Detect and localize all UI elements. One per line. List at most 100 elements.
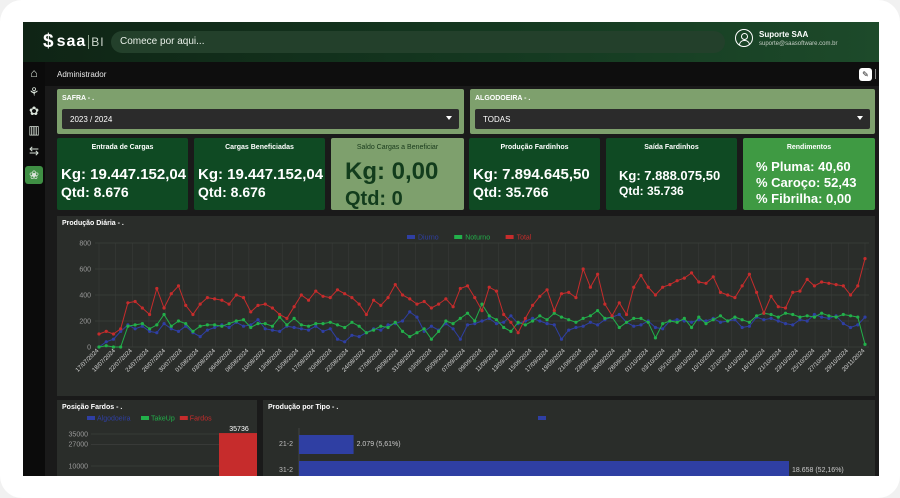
data-point <box>97 332 101 336</box>
data-point <box>502 325 506 330</box>
data-point <box>639 316 643 320</box>
card-title: Rendimentos <box>786 144 832 151</box>
fardos-position-chart: Algodoeira TakeUp Fardos 10000 27000 35000 357… <box>69 416 257 476</box>
data-point <box>776 305 780 309</box>
data-point <box>588 314 592 318</box>
data-point <box>350 296 354 300</box>
data-point <box>668 319 672 323</box>
data-point <box>147 312 152 317</box>
filter-safra: SAFRA - . 2023 / 2024 <box>57 89 464 134</box>
data-point <box>429 306 434 310</box>
data-point <box>176 319 181 323</box>
data-point <box>162 306 166 310</box>
data-point <box>530 303 535 307</box>
panel-producao-tipo: Produção por Tipo - . 21-2 2.079 (5,61%) 3… <box>263 400 875 476</box>
card-qtd: Qtd: 35.766 <box>473 184 549 200</box>
data-point <box>256 303 260 307</box>
data-point <box>119 345 123 349</box>
data-point <box>465 284 470 288</box>
legend-label: Fardos <box>190 416 212 423</box>
data-point <box>227 325 231 330</box>
data-point <box>263 302 267 306</box>
plant-icon[interactable]: ⚘ <box>27 85 41 99</box>
data-point <box>343 340 347 344</box>
card-saida-fardinhos: Saída Fardinhos Kg: 7.888.075,50 Qtd: 35… <box>606 138 737 210</box>
data-point <box>343 292 347 296</box>
legend-label: TakeUp <box>151 416 175 423</box>
data-point <box>321 329 325 333</box>
data-point <box>617 301 621 305</box>
card-producao-fardinhos: Produção Fardinhos Kg: 7.894.645,50 Qtd:… <box>469 138 600 210</box>
data-point <box>516 331 520 335</box>
hand-plant-icon[interactable]: ✿ <box>27 104 41 118</box>
data-point <box>632 324 636 328</box>
search-input[interactable]: Comece por aqui... <box>111 31 725 53</box>
data-point <box>111 332 116 336</box>
data-point <box>350 320 354 324</box>
page-title: Administrador <box>57 70 107 79</box>
book-icon[interactable]: ▥ <box>27 123 41 137</box>
data-point <box>198 335 202 339</box>
data-point <box>661 327 665 331</box>
data-point <box>314 289 318 293</box>
legend-label: Diurno <box>418 235 439 242</box>
filter-algodoeira-label: ALGODOEIRA - . <box>475 95 531 102</box>
card-title: Saldo Cargas a Beneficiar <box>356 144 439 151</box>
data-point <box>494 318 499 322</box>
data-point <box>241 324 246 328</box>
data-point <box>408 310 412 314</box>
data-point <box>646 320 650 324</box>
card-cargas-beneficiadas: Cargas Beneficiadas Kg: 19.447.152,04 Qt… <box>194 138 325 210</box>
data-point <box>465 311 470 315</box>
data-point <box>104 344 108 348</box>
legend-swatch <box>179 416 188 420</box>
exchange-icon[interactable]: ⇆ <box>27 144 41 158</box>
home-icon[interactable]: ⌂ <box>27 66 41 80</box>
data-point <box>465 323 470 327</box>
algodoeira-select[interactable]: TODAS <box>475 109 870 129</box>
data-point <box>697 315 701 319</box>
data-point <box>220 298 224 302</box>
data-point <box>603 302 607 306</box>
data-point <box>155 286 159 291</box>
data-point <box>126 324 130 328</box>
safra-select[interactable]: 2023 / 2024 <box>62 109 459 129</box>
data-point <box>697 280 701 284</box>
data-point <box>155 331 159 335</box>
data-point <box>682 276 686 280</box>
data-point <box>328 320 332 324</box>
rendimento-pluma: % Pluma: 40,60 <box>756 159 851 174</box>
cotton-icon[interactable]: ❀ <box>25 166 43 184</box>
data-point <box>791 323 795 327</box>
data-point <box>162 312 166 317</box>
edit-icon[interactable]: ✎ <box>859 68 872 81</box>
data-point <box>379 303 383 307</box>
data-point <box>270 306 275 310</box>
legend-swatch <box>141 416 149 420</box>
y-tick-label: 0 <box>87 345 91 352</box>
data-point <box>444 319 448 323</box>
data-point <box>856 315 860 319</box>
data-point <box>827 281 831 285</box>
data-point <box>393 283 397 287</box>
data-point <box>596 309 600 313</box>
type-production-chart: 21-2 2.079 (5,61%) 31-2 18.658 (52,16%) <box>279 416 844 476</box>
data-point <box>328 327 332 331</box>
data-point <box>762 311 766 315</box>
data-point <box>863 315 867 319</box>
data-point <box>306 328 311 332</box>
data-point <box>306 298 311 302</box>
data-point <box>400 293 405 297</box>
data-point <box>429 337 434 341</box>
data-point <box>487 314 491 318</box>
data-point <box>422 299 426 304</box>
data-point <box>668 283 672 287</box>
daily-production-chart: 020040060080017/07/202418/07/202422/07/2… <box>75 235 869 374</box>
data-point <box>162 322 166 326</box>
sidebar: ⌂ ⚘ ✿ ▥ ⇆ ❀ <box>23 62 45 476</box>
filter-safra-label: SAFRA - . <box>62 95 95 102</box>
app-logo[interactable]: $ saa BI <box>43 31 105 52</box>
main-content: Administrador ✎ SAFRA - . 2023 / 2024 AL… <box>45 62 879 476</box>
data-point <box>335 337 340 341</box>
user-menu[interactable]: Suporte SAA suporte@saasoftware.com.br <box>735 29 837 47</box>
